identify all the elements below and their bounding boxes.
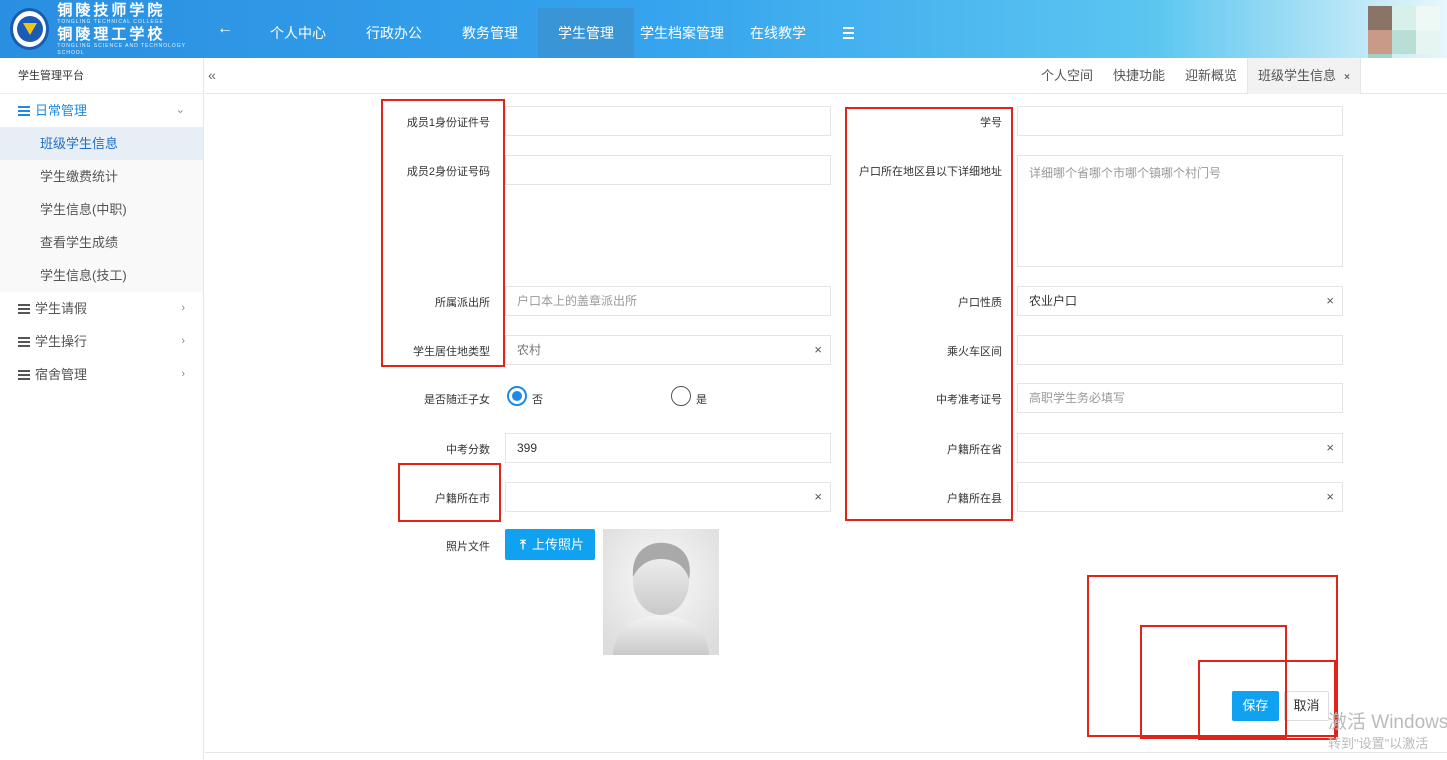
hamburger-icon[interactable] <box>838 8 858 58</box>
chevron-right-icon: › <box>181 302 185 314</box>
chevron-right-icon: › <box>181 368 185 380</box>
list-icon <box>18 106 30 116</box>
province-select[interactable]: × <box>1017 433 1343 463</box>
clear-icon[interactable]: × <box>814 483 822 511</box>
sidebar-item-student-info-zz[interactable]: 学生信息(中职) <box>0 193 203 226</box>
member2-id-label: 成员2身份证号码 <box>406 166 490 178</box>
upload-photo-button[interactable]: ⤒ 上传照片 <box>505 529 595 560</box>
nav-admin-office[interactable]: 行政办公 <box>346 8 442 58</box>
address-textarea[interactable]: 详细哪个省哪个市哪个镇哪个村门号 <box>1017 155 1343 267</box>
sidebar: 学生管理平台 日常管理 ⌄ 班级学生信息 学生缴费统计 学生信息(中职) 查看学… <box>0 58 204 760</box>
clear-icon[interactable]: × <box>814 336 822 364</box>
migrant-child-label: 是否随迁子女 <box>424 394 490 406</box>
school-logo[interactable]: 铜陵技师学院 TONGLING TECHNICAL COLLEGE 铜陵理工学校… <box>0 0 204 58</box>
sidebar-group-conduct[interactable]: 学生操行 › <box>0 325 203 358</box>
highlight-box <box>381 99 505 367</box>
residence-type-select[interactable]: 农村 × <box>505 335 831 365</box>
list-icon <box>18 337 30 347</box>
province-label: 户籍所在省 <box>947 444 1002 456</box>
chevron-right-icon: › <box>181 335 185 347</box>
county-label: 户籍所在县 <box>947 493 1002 505</box>
train-section-label: 乘火车区间 <box>947 346 1002 358</box>
nav-academic[interactable]: 教务管理 <box>442 8 538 58</box>
police-station-label: 所属派出所 <box>435 297 490 309</box>
migrant-yes-text: 是 <box>696 394 707 406</box>
exam-ticket-label: 中考准考证号 <box>936 394 1002 406</box>
sidebar-item-grades[interactable]: 查看学生成绩 <box>0 226 203 259</box>
school-en-2: TONGLING SCIENCE AND TECHNOLOGY SCHOOL <box>57 42 186 56</box>
collapse-sidebar-icon[interactable]: « <box>205 58 219 94</box>
divider <box>205 752 1447 753</box>
exam-score-input[interactable]: 399 <box>505 433 831 463</box>
nav-student-archive[interactable]: 学生档案管理 <box>634 8 730 58</box>
arrow-left-icon[interactable]: ← <box>215 20 235 38</box>
nav-personal-center[interactable]: 个人中心 <box>250 8 346 58</box>
tab-quick-functions[interactable]: 快捷功能 <box>1103 58 1175 94</box>
list-icon <box>18 304 30 314</box>
nav-student-management[interactable]: 学生管理 <box>538 8 634 58</box>
sidebar-item-class-students[interactable]: 班级学生信息 <box>0 127 203 160</box>
clear-icon[interactable]: × <box>1326 434 1334 462</box>
migrant-yes-radio[interactable] <box>671 386 691 406</box>
student-no-input[interactable] <box>1017 106 1343 136</box>
avatar-placeholder <box>603 529 719 655</box>
student-no-label: 学号 <box>980 117 1002 129</box>
tab-class-students[interactable]: 班级学生信息 × <box>1247 58 1361 94</box>
migrant-no-radio[interactable] <box>507 386 527 406</box>
sidebar-item-student-info-jg[interactable]: 学生信息(技工) <box>0 259 203 292</box>
windows-activation-watermark: 激活 Windows <box>1328 712 1447 733</box>
list-icon <box>18 370 30 380</box>
school-name-2: 铜陵理工学校 <box>57 25 166 43</box>
tab-welcome-overview[interactable]: 迎新概览 <box>1175 58 1247 94</box>
county-select[interactable]: × <box>1017 482 1343 512</box>
windows-activation-hint: 转到"设置"以激活 <box>1328 736 1429 751</box>
clear-icon[interactable]: × <box>1326 287 1334 315</box>
top-nav: 个人中心 行政办公 教务管理 学生管理 学生档案管理 在线教学 <box>250 8 858 58</box>
sidebar-item-fee-stats[interactable]: 学生缴费统计 <box>0 160 203 193</box>
member1-id-label: 成员1身份证件号 <box>406 117 490 129</box>
sidebar-group-dorm[interactable]: 宿舍管理 › <box>0 358 203 391</box>
school-emblem-icon <box>10 8 50 50</box>
clear-icon[interactable]: × <box>1326 483 1334 511</box>
train-section-input[interactable] <box>1017 335 1343 365</box>
address-label: 户口所在地区县以下详细地址 <box>859 166 1002 178</box>
nav-online-teaching[interactable]: 在线教学 <box>730 8 826 58</box>
top-header: 铜陵技师学院 TONGLING TECHNICAL COLLEGE 铜陵理工学校… <box>0 0 1447 66</box>
close-icon[interactable]: × <box>1344 72 1350 83</box>
blurred-avatar[interactable] <box>1368 6 1443 66</box>
sidebar-group-leave[interactable]: 学生请假 › <box>0 292 203 325</box>
highlight-box <box>1140 625 1287 739</box>
tab-bar: « 个人空间 快捷功能 迎新概览 班级学生信息 × <box>205 58 1447 94</box>
exam-ticket-input[interactable]: 高职学生务必填写 <box>1017 383 1343 413</box>
police-station-input[interactable]: 户口本上的盖章派出所 <box>505 286 831 316</box>
hukou-type-label: 户口性质 <box>958 297 1002 309</box>
school-en-1: TONGLING TECHNICAL COLLEGE <box>57 18 164 25</box>
city-label: 户籍所在市 <box>435 493 490 505</box>
save-button[interactable]: 保存 <box>1232 691 1279 721</box>
hukou-type-select[interactable]: 农业户口 × <box>1017 286 1343 316</box>
school-name-1: 铜陵技师学院 <box>57 1 166 19</box>
exam-score-label: 中考分数 <box>446 444 490 456</box>
city-select[interactable]: × <box>505 482 831 512</box>
chevron-down-icon: ⌄ <box>175 104 185 116</box>
member1-id-input[interactable] <box>505 106 831 136</box>
upload-icon: ⤒ <box>520 537 526 552</box>
sidebar-title: 学生管理平台 <box>0 58 203 94</box>
cancel-button[interactable]: 取消 <box>1284 691 1329 721</box>
migrant-no-text: 否 <box>532 394 543 406</box>
member2-id-input[interactable] <box>505 155 831 185</box>
tab-personal-space[interactable]: 个人空间 <box>1031 58 1103 94</box>
sidebar-group-daily[interactable]: 日常管理 ⌄ <box>0 94 203 127</box>
residence-type-label: 学生居住地类型 <box>413 346 490 358</box>
photo-file-label: 照片文件 <box>446 541 490 553</box>
